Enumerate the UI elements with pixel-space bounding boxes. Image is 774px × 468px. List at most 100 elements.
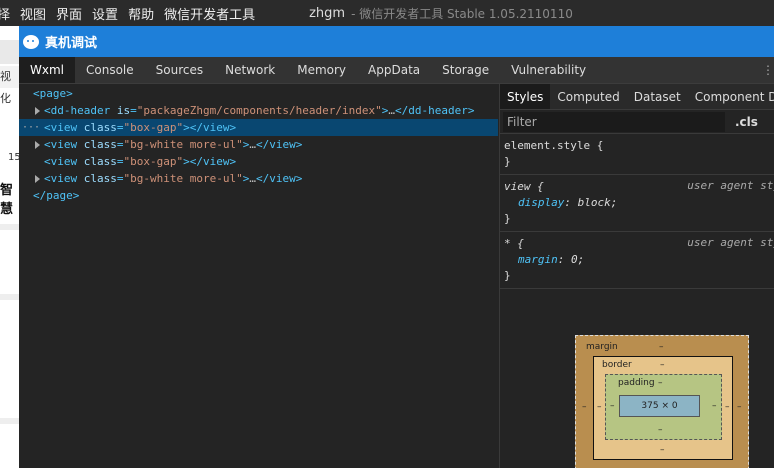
subtab-component-data[interactable]: Component Da <box>688 84 774 109</box>
devtools-tabbar: Wxml Console Sources Network Memory AppD… <box>19 57 774 84</box>
attr-value: "box-gap" <box>123 155 184 168</box>
tag-end: </dd-header> <box>395 104 475 117</box>
box-model-padding[interactable]: padding – – – – 375 × 0 <box>605 374 722 440</box>
bg-toolbar-icon <box>0 40 19 64</box>
rule-selector[interactable]: element.style { <box>504 138 770 154</box>
styles-filter-input[interactable] <box>503 111 725 132</box>
view-rule: view { user agent sty display: block; } <box>500 175 774 232</box>
background-window-strip: 视化 15 智慧 <box>0 26 19 468</box>
more-menu-icon[interactable]: ⋮ <box>762 57 774 84</box>
bg-tab-label: 视化 <box>0 66 19 105</box>
attr-name: class <box>83 138 117 151</box>
element-style-rule: element.style { } <box>500 134 774 175</box>
tab-sources[interactable]: Sources <box>145 57 214 83</box>
property-value: block; <box>577 196 618 209</box>
tag-open: <view <box>44 121 78 134</box>
tag-open: <dd-header <box>44 104 111 117</box>
tree-row-page-close[interactable]: </page> <box>19 187 498 204</box>
app-title: zhgm <box>309 5 346 21</box>
bg-divider <box>0 294 19 300</box>
tag-end: </view> <box>255 172 303 185</box>
tab-storage[interactable]: Storage <box>431 57 500 83</box>
rule-close-brace: } <box>504 269 511 282</box>
box-model-content-size[interactable]: 375 × 0 <box>619 395 700 417</box>
attr-value: "bg-white more-ul" <box>123 138 243 151</box>
tab-appdata[interactable]: AppData <box>357 57 431 83</box>
styles-subtabs: Styles Computed Dataset Component Da <box>500 84 774 110</box>
attr-name: is <box>116 104 131 117</box>
styles-panel: Styles Computed Dataset Component Da .cl… <box>499 84 774 468</box>
padding-bottom-value: – <box>658 425 663 435</box>
tag-open: <view <box>44 155 78 168</box>
rule-close-brace: } <box>504 155 511 168</box>
attr-name: class <box>83 172 117 185</box>
tag-name: <page> <box>33 87 73 100</box>
box-model-margin[interactable]: margin – – – – border – – – – padding – … <box>575 335 749 468</box>
padding-right-value: – <box>712 401 717 411</box>
border-left-value: – <box>597 402 602 412</box>
tab-console[interactable]: Console <box>75 57 145 83</box>
border-right-value: – <box>725 402 730 412</box>
padding-top-value: – <box>658 378 663 388</box>
menu-help[interactable]: 帮助 <box>128 4 154 23</box>
tag-name: </page> <box>33 189 80 202</box>
border-label: border <box>602 360 632 370</box>
menu-view[interactable]: 视图 <box>20 4 46 23</box>
rule-source: user agent sty <box>687 236 774 249</box>
box-model-border[interactable]: border – – – – padding – – – – 375 × 0 <box>593 356 733 460</box>
tree-row-bg-white-more-ul[interactable]: <view class="bg-white more-ul">…</view> <box>19 170 498 187</box>
app-subtitle: - 微信开发者工具 Stable 1.05.2110110 <box>351 6 573 21</box>
tree-row-bg-white-more-ul[interactable]: <view class="bg-white more-ul">…</view> <box>19 136 498 153</box>
margin-label: margin <box>586 342 618 352</box>
window-title: 真机调试 <box>45 36 98 51</box>
menu-select[interactable]: 择 <box>0 4 10 23</box>
attr-value: "box-gap" <box>123 121 184 134</box>
property-value: 0; <box>571 253 585 266</box>
tag-close: > <box>183 155 190 168</box>
margin-left-value: – <box>582 402 587 412</box>
css-property[interactable]: display: block; <box>504 195 770 211</box>
tab-network[interactable]: Network <box>214 57 286 83</box>
wxml-tree: <page> <dd-header is="packageZhgm/compon… <box>19 84 498 468</box>
bg-divider <box>0 418 19 424</box>
attr-name: class <box>83 121 117 134</box>
property-name: display <box>518 196 565 209</box>
css-property[interactable]: margin: 0; <box>504 252 770 268</box>
bg-divider <box>0 224 19 230</box>
rule-source: user agent sty <box>687 179 774 192</box>
tag-open: <view <box>44 172 78 185</box>
expand-arrow-icon[interactable] <box>35 141 40 149</box>
tree-row-page-open[interactable]: <page> <box>19 85 498 102</box>
border-top-value: – <box>660 360 665 370</box>
attr-value: "packageZhgm/components/header/index" <box>136 104 382 117</box>
expand-arrow-icon[interactable] <box>35 175 40 183</box>
attr-name: class <box>83 155 117 168</box>
tree-row-box-gap[interactable]: <view class="box-gap"></view> <box>19 153 498 170</box>
tab-wxml[interactable]: Wxml <box>19 57 75 83</box>
subtab-dataset[interactable]: Dataset <box>627 84 688 109</box>
cls-toggle-button[interactable]: .cls <box>735 115 758 129</box>
property-name: margin <box>518 253 558 266</box>
bg-heading: 智慧 <box>0 183 14 217</box>
selected-marker: ··· <box>22 122 41 133</box>
tree-row-box-gap-selected[interactable]: ··· <view class="box-gap"></view> <box>19 119 498 136</box>
tab-memory[interactable]: Memory <box>286 57 357 83</box>
tag-end: </view> <box>189 155 237 168</box>
ellipsis: … <box>249 172 256 185</box>
window-titlebar[interactable]: 真机调试 <box>19 26 774 57</box>
menu-devtools[interactable]: 微信开发者工具 <box>164 4 255 23</box>
margin-bottom-value: – <box>659 464 664 468</box>
menu-interface[interactable]: 界面 <box>56 4 82 23</box>
subtab-computed[interactable]: Computed <box>550 84 626 109</box>
border-bottom-value: – <box>660 445 665 455</box>
tree-row-dd-header[interactable]: <dd-header is="packageZhgm/components/he… <box>19 102 498 119</box>
expand-arrow-icon[interactable] <box>35 107 40 115</box>
padding-left-value: – <box>610 401 615 411</box>
universal-rule: * { user agent sty margin: 0; } <box>500 232 774 289</box>
tag-end: </view> <box>255 138 303 151</box>
menu-settings[interactable]: 设置 <box>92 4 118 23</box>
subtab-styles[interactable]: Styles <box>500 84 551 109</box>
tab-vulnerability[interactable]: Vulnerability <box>500 57 597 83</box>
margin-right-value: – <box>737 402 742 412</box>
remote-debug-window: 真机调试 Wxml Console Sources Network Memory… <box>19 26 774 468</box>
